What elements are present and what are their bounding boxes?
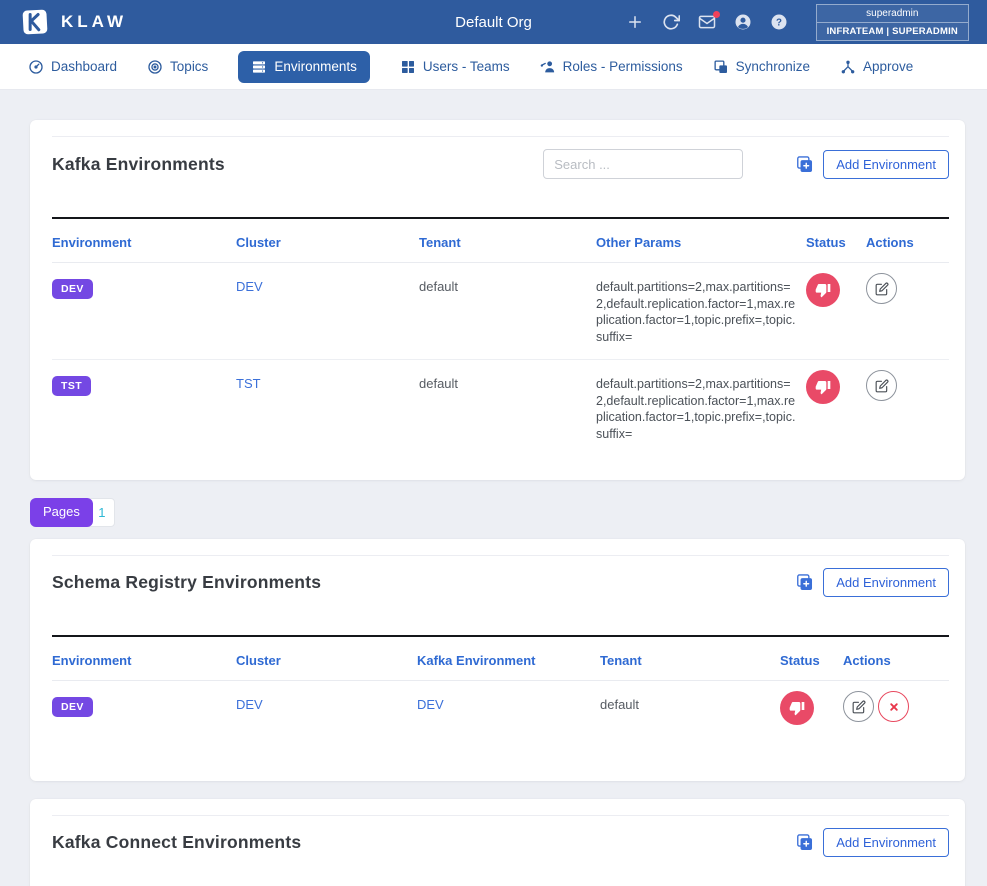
team-role: INFRATEAM | SUPERADMIN [816,22,969,41]
klaw-logo-icon [20,7,50,37]
delete-icon[interactable] [878,691,909,722]
schema-environments-table: Environment Cluster Kafka Environment Te… [52,635,949,757]
synchronize-icon [713,59,729,75]
tab-label: Topics [170,59,208,74]
thumbs-down-icon[interactable] [780,691,814,725]
column-header: Status [780,636,843,681]
search-input[interactable] [543,149,743,179]
add-environment-button[interactable]: Add Environment [823,568,949,597]
refresh-icon[interactable] [662,13,681,32]
tab-environments[interactable]: Environments [238,51,370,83]
user-info[interactable]: superadmin INFRATEAM | SUPERADMIN [816,4,969,41]
tab-label: Roles - Permissions [563,59,683,74]
brand-name: KLAW [61,12,127,32]
table-row: TST TST default default.partitions=2,max… [52,360,949,457]
other-params: default.partitions=2,max.partitions=2,de… [596,279,798,345]
tab-label: Environments [274,59,357,74]
navbar-actions: ? superadmin INFRATEAM | SUPERADMIN [626,4,969,41]
table-row: DEV DEV default default.partitions=2,max… [52,263,949,360]
tab-roles-permissions[interactable]: Roles - Permissions [540,59,683,75]
column-header: Kafka Environment [417,636,600,681]
tenant-cell: default [419,263,596,360]
user-circle-icon[interactable] [734,13,753,32]
tab-label: Dashboard [51,59,117,74]
thumbs-down-icon[interactable] [806,273,840,307]
roles-permissions-icon [540,59,556,75]
column-header: Environment [52,636,236,681]
environments-icon [251,59,267,75]
main-content: Kafka Environments Add Environment Envir… [0,90,987,886]
kafka-environments-table: Environment Cluster Tenant Other Params … [52,217,949,456]
cluster-link[interactable]: DEV [236,279,263,294]
section-title: Kafka Connect Environments [52,832,795,853]
tab-synchronize[interactable]: Synchronize [713,59,810,75]
tab-topics[interactable]: Topics [147,59,208,75]
column-header: Cluster [236,636,417,681]
pagination: Pages 1 [30,498,965,527]
column-header: Other Params [596,218,806,263]
column-header: Actions [843,636,949,681]
schema-registry-environments-card: Schema Registry Environments Add Environ… [30,539,965,781]
tenant-cell: default [419,360,596,457]
cluster-link[interactable]: DEV [236,697,263,712]
tenant-cell: default [600,681,780,758]
approve-icon [840,59,856,75]
svg-text:?: ? [776,17,782,28]
environment-badge: TST [52,376,91,396]
copy-add-icon[interactable] [795,573,814,592]
section-title: Schema Registry Environments [52,572,795,593]
tab-label: Approve [863,59,913,74]
add-environment-button[interactable]: Add Environment [823,828,949,857]
help-icon[interactable]: ? [770,13,789,32]
dashboard-icon [28,59,44,75]
tab-dashboard[interactable]: Dashboard [28,59,117,75]
top-navbar: KLAW Default Org ? superadmin INFRATEAM … [0,0,987,44]
copy-add-icon[interactable] [795,833,814,852]
page-title: Kafka Environments [52,154,543,175]
column-header: Actions [866,218,949,263]
column-header: Status [806,218,866,263]
brand[interactable]: KLAW [20,7,127,37]
users-teams-icon [400,59,416,75]
thumbs-down-icon[interactable] [806,370,840,404]
tab-label: Users - Teams [423,59,510,74]
username: superadmin [816,4,969,22]
tab-label: Synchronize [736,59,810,74]
tab-approve[interactable]: Approve [840,59,913,75]
cluster-link[interactable]: TST [236,376,261,391]
pages-label: Pages [30,498,93,527]
edit-icon[interactable] [843,691,874,722]
edit-icon[interactable] [866,370,897,401]
notification-dot [713,11,720,18]
environment-badge: DEV [52,697,93,717]
column-header: Environment [52,218,236,263]
add-environment-button[interactable]: Add Environment [823,150,949,179]
environment-badge: DEV [52,279,93,299]
plus-icon[interactable] [626,13,645,32]
copy-add-icon[interactable] [795,155,814,174]
column-header: Tenant [600,636,780,681]
org-title: Default Org [455,14,532,31]
edit-icon[interactable] [866,273,897,304]
tab-users-teams[interactable]: Users - Teams [400,59,510,75]
mail-icon[interactable] [698,13,717,32]
table-row: DEV DEV DEV default [52,681,949,758]
topics-icon [147,59,163,75]
main-tabs: Dashboard Topics Environments Users - Te… [0,44,987,90]
other-params: default.partitions=2,max.partitions=2,de… [596,376,798,442]
kafka-connect-environments-card: Kafka Connect Environments Add Environme… [30,799,965,886]
kafka-environments-card: Kafka Environments Add Environment Envir… [30,120,965,480]
column-header: Tenant [419,218,596,263]
kafka-environment-link[interactable]: DEV [417,697,444,712]
column-header: Cluster [236,218,419,263]
